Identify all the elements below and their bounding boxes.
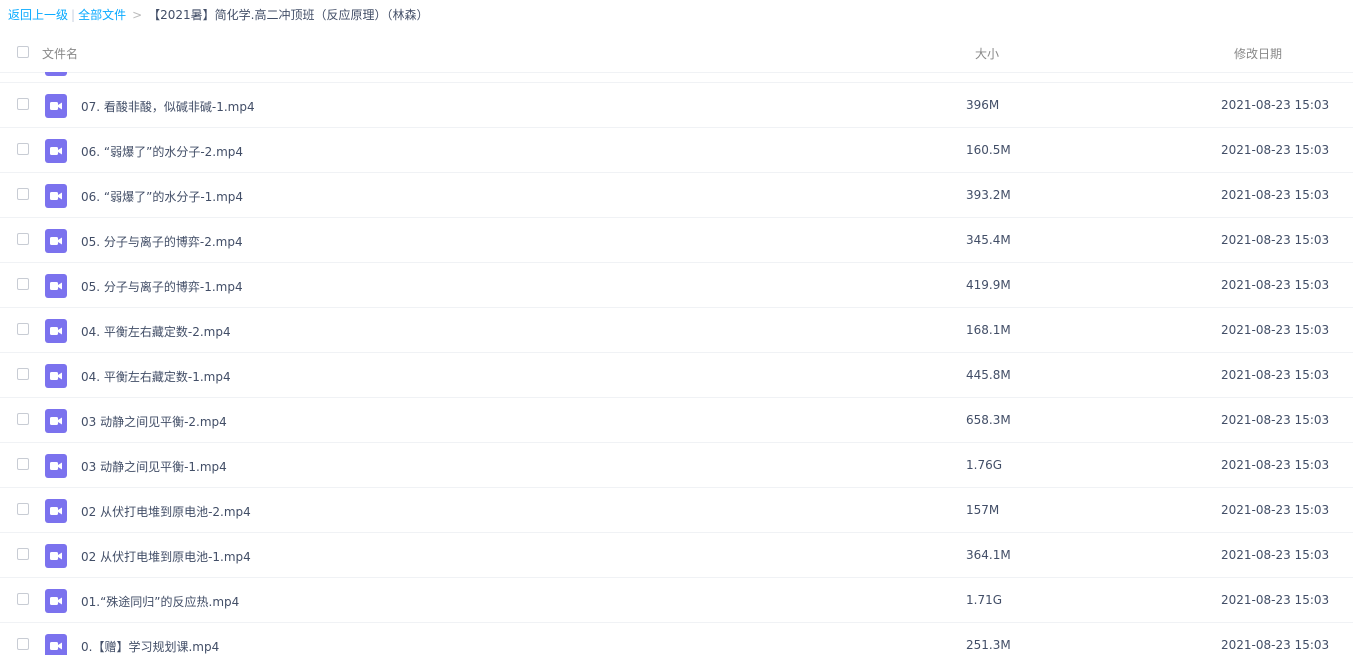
row-checkbox[interactable] — [17, 503, 29, 515]
file-size: 251.3M — [966, 638, 1011, 652]
file-name[interactable]: 04. 平衡左右藏定数-2.mp4 — [81, 323, 231, 340]
table-row[interactable]: 03 动静之间见平衡-1.mp4 1.76G 2021-08-23 15:03 — [0, 443, 1353, 488]
file-modified-date: 2021-08-23 15:03 — [1221, 98, 1330, 112]
video-file-icon — [45, 72, 67, 76]
all-files-link[interactable]: 全部文件 — [78, 8, 126, 22]
file-name[interactable]: 06. “弱爆了”的水分子-1.mp4 — [81, 188, 243, 205]
column-header-size[interactable]: 大小 — [975, 45, 999, 62]
file-size: 1.76G — [966, 458, 1003, 472]
file-modified-date: 2021-08-23 15:03 — [1221, 368, 1330, 382]
row-checkbox[interactable] — [17, 188, 29, 200]
file-modified-date: 2021-08-23 15:03 — [1221, 593, 1330, 607]
row-checkbox[interactable] — [17, 278, 29, 290]
file-name[interactable]: 03 动静之间见平衡-2.mp4 — [81, 413, 227, 430]
table-row[interactable]: 06. “弱爆了”的水分子-2.mp4 160.5M 2021-08-23 15:0… — [0, 128, 1353, 173]
file-name[interactable]: 07. 看酸非酸，似碱非碱-1.mp4 — [81, 98, 255, 115]
video-file-icon — [45, 454, 67, 478]
file-size: 1.71G — [966, 593, 1003, 607]
file-size: 157M — [966, 503, 1000, 517]
current-folder-title: 【2021暑】简化学.高二冲顶班（反应原理）（林森） — [148, 8, 429, 22]
column-header-name[interactable]: 文件名 — [42, 45, 78, 62]
file-name[interactable]: 06. “弱爆了”的水分子-2.mp4 — [81, 143, 243, 160]
video-file-icon — [45, 589, 67, 613]
table-row[interactable]: 01.“殊途同归”的反应热.mp4 1.71G 2021-08-23 15:03 — [0, 578, 1353, 623]
video-file-icon — [45, 499, 67, 523]
video-file-icon — [45, 409, 67, 433]
video-file-icon — [45, 634, 67, 655]
file-name[interactable]: 05. 分子与离子的博弈-2.mp4 — [81, 233, 243, 250]
table-row[interactable]: 02 从伏打电堆到原电池-1.mp4 364.1M 2021-08-23 15:03 — [0, 533, 1353, 578]
back-link[interactable]: 返回上一级 — [8, 8, 68, 22]
table-row[interactable]: 05. 分子与离子的博弈-2.mp4 345.4M 2021-08-23 15:03 — [0, 218, 1353, 263]
row-checkbox[interactable] — [17, 323, 29, 335]
table-row-partial — [0, 72, 1353, 83]
table-row[interactable]: 04. 平衡左右藏定数-1.mp4 445.8M 2021-08-23 15:03 — [0, 353, 1353, 398]
table-row[interactable]: 0.【赠】学习规划课.mp4 251.3M 2021-08-23 15:03 — [0, 623, 1353, 655]
row-checkbox[interactable] — [17, 548, 29, 560]
table-row[interactable]: 05. 分子与离子的博弈-1.mp4 419.9M 2021-08-23 15:03 — [0, 263, 1353, 308]
table-row[interactable]: 03 动静之间见平衡-2.mp4 658.3M 2021-08-23 15:03 — [0, 398, 1353, 443]
file-name[interactable]: 01.“殊途同归”的反应热.mp4 — [81, 593, 239, 610]
row-checkbox[interactable] — [17, 233, 29, 245]
file-size: 345.4M — [966, 233, 1011, 247]
video-file-icon — [45, 274, 67, 298]
column-header-modified[interactable]: 修改日期 — [1234, 45, 1282, 62]
file-name[interactable]: 05. 分子与离子的博弈-1.mp4 — [81, 278, 243, 295]
video-file-icon — [45, 184, 67, 208]
file-modified-date: 2021-08-23 15:03 — [1221, 458, 1330, 472]
file-size: 168.1M — [966, 323, 1011, 337]
file-size: 160.5M — [966, 143, 1011, 157]
breadcrumb-arrow-icon: > — [132, 8, 143, 22]
file-name[interactable]: 03 动静之间见平衡-1.mp4 — [81, 458, 227, 475]
file-list[interactable]: 07. 看酸非酸，似碱非碱-1.mp4 396M 2021-08-23 15:03 0… — [0, 72, 1353, 655]
file-modified-date: 2021-08-23 15:03 — [1221, 638, 1330, 652]
breadcrumb: 返回上一级 | 全部文件 > 【2021暑】简化学.高二冲顶班（反应原理）（林森） — [8, 6, 429, 24]
row-checkbox[interactable] — [17, 143, 29, 155]
file-name[interactable]: 02 从伏打电堆到原电池-2.mp4 — [81, 503, 251, 520]
row-checkbox[interactable] — [17, 458, 29, 470]
file-size: 393.2M — [966, 188, 1011, 202]
row-checkbox[interactable] — [17, 413, 29, 425]
video-file-icon — [45, 94, 67, 118]
breadcrumb-separator: | — [71, 8, 76, 22]
video-file-icon — [45, 544, 67, 568]
file-modified-date: 2021-08-23 15:03 — [1221, 188, 1330, 202]
file-modified-date: 2021-08-23 15:03 — [1221, 233, 1330, 247]
file-size: 396M — [966, 98, 1000, 112]
file-modified-date: 2021-08-23 15:03 — [1221, 503, 1330, 517]
file-list-header: 文件名 大小 修改日期 — [0, 32, 1353, 73]
table-row[interactable]: 02 从伏打电堆到原电池-2.mp4 157M 2021-08-23 15:03 — [0, 488, 1353, 533]
video-file-icon — [45, 229, 67, 253]
file-size: 419.9M — [966, 278, 1011, 292]
table-row[interactable]: 07. 看酸非酸，似碱非碱-1.mp4 396M 2021-08-23 15:03 — [0, 83, 1353, 128]
row-checkbox[interactable] — [17, 593, 29, 605]
row-checkbox[interactable] — [17, 368, 29, 380]
file-modified-date: 2021-08-23 15:03 — [1221, 548, 1330, 562]
file-name[interactable]: 0.【赠】学习规划课.mp4 — [81, 638, 219, 655]
select-all-checkbox[interactable] — [17, 46, 29, 58]
row-checkbox[interactable] — [17, 638, 29, 650]
file-modified-date: 2021-08-23 15:03 — [1221, 323, 1330, 337]
file-modified-date: 2021-08-23 15:03 — [1221, 413, 1330, 427]
table-row[interactable]: 06. “弱爆了”的水分子-1.mp4 393.2M 2021-08-23 15:0… — [0, 173, 1353, 218]
file-size: 364.1M — [966, 548, 1011, 562]
video-file-icon — [45, 319, 67, 343]
file-modified-date: 2021-08-23 15:03 — [1221, 143, 1330, 157]
table-row[interactable]: 04. 平衡左右藏定数-2.mp4 168.1M 2021-08-23 15:03 — [0, 308, 1353, 353]
video-file-icon — [45, 364, 67, 388]
file-size: 445.8M — [966, 368, 1011, 382]
file-size: 658.3M — [966, 413, 1011, 427]
file-modified-date: 2021-08-23 15:03 — [1221, 278, 1330, 292]
file-name[interactable]: 04. 平衡左右藏定数-1.mp4 — [81, 368, 231, 385]
row-checkbox[interactable] — [17, 98, 29, 110]
file-name[interactable]: 02 从伏打电堆到原电池-1.mp4 — [81, 548, 251, 565]
video-file-icon — [45, 139, 67, 163]
